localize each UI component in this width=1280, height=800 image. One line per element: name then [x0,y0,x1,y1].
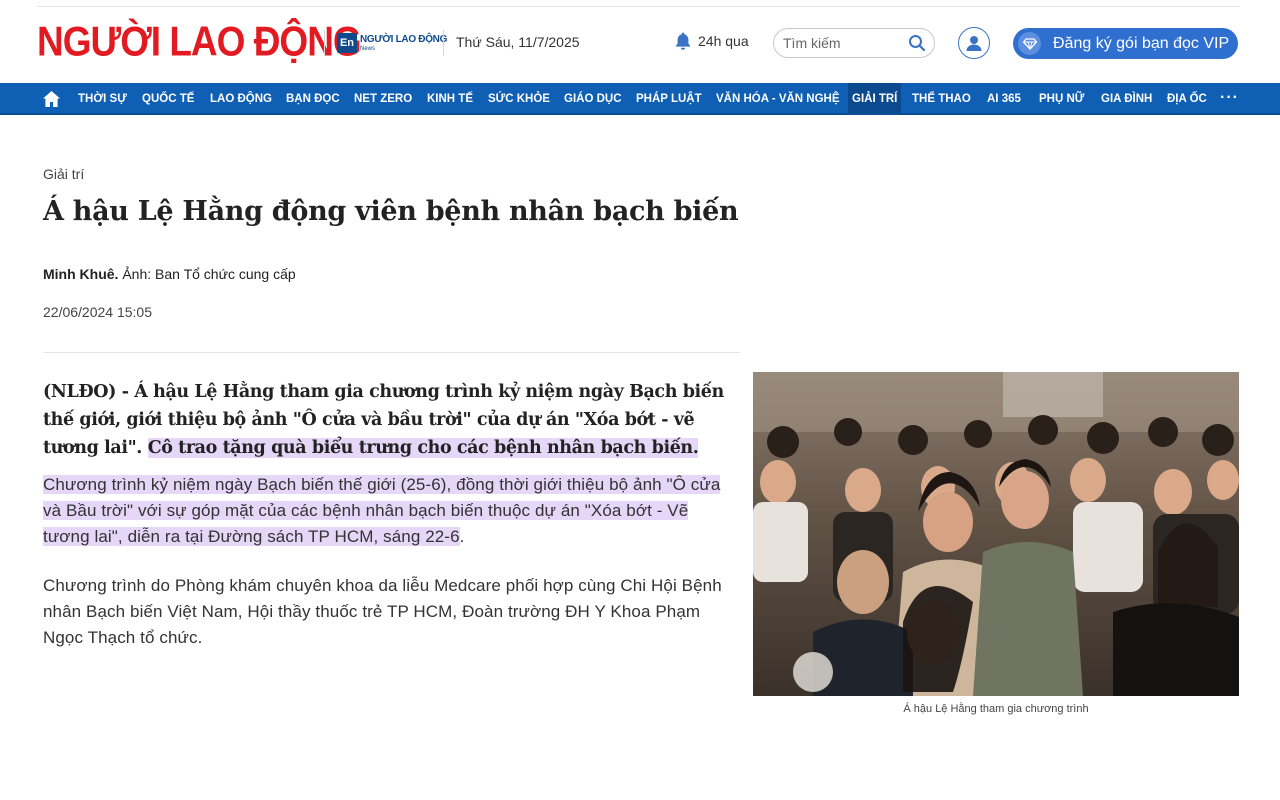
article-paragraph: Chương trình do Phòng khám chuyên khoa d… [43,576,722,647]
article-paragraph: Chương trình kỷ niệm ngày Bạch biến thế … [43,472,733,550]
publish-date: 22/06/2024 15:05 [43,304,152,320]
nav-more-icon[interactable]: ··· [1220,90,1239,106]
diamond-icon [1018,32,1041,55]
nav-item-suc-khoe[interactable]: SỨC KHỎE [488,83,550,113]
news-24h-link[interactable]: 24h qua [674,31,749,51]
article-byline: Minh Khuê. Ảnh: Ban Tổ chức cung cấp [43,266,296,282]
author-name[interactable]: Minh Khuê. [43,266,118,282]
news-24h-label: 24h qua [698,33,749,49]
en-logo-subtitle: News [360,45,376,52]
english-edition-logo[interactable]: En NGƯỜI LAO ĐỘNG News [337,33,447,53]
search-icon[interactable] [908,34,926,52]
divider [43,352,740,353]
nav-item-quoc-te[interactable]: QUỐC TẾ [142,83,194,113]
nav-item-giao-duc[interactable]: GIÁO DỤC [564,83,622,113]
paragraph-tail: . [459,527,465,546]
highlighted-text: Chương trình kỷ niệm ngày Bạch biến thế … [43,475,721,546]
user-icon [966,36,982,51]
photo-credit: Ảnh: Ban Tổ chức cung cấp [122,266,296,282]
nav-item-giai-tri[interactable]: GIẢI TRÍ [848,83,902,113]
vip-subscribe-button[interactable]: Đăng ký gói bạn đọc VIP [1013,28,1238,59]
current-date: Thứ Sáu, 11/7/2025 [456,34,580,50]
photo-caption: Á hậu Lệ Hằng tham gia chương trình [903,703,1089,715]
article-lead: (NLĐO) - Á hậu Lệ Hằng tham gia chương t… [43,378,733,462]
nav-item-lao-dong[interactable]: LAO ĐỘNG [210,83,272,113]
article-title: Á hậu Lệ Hằng động viên bệnh nhân bạch b… [43,196,739,227]
nav-item-gia-dinh[interactable]: GIA ĐÌNH [1101,83,1152,113]
nav-item-phu-nu[interactable]: PHỤ NỮ [1039,83,1084,113]
header-divider [443,30,444,56]
audience-photo-image [753,372,1239,696]
search-input[interactable] [783,35,901,51]
nav-item-dia-oc[interactable]: ĐỊA ỐC [1167,83,1207,113]
bell-icon [676,32,690,50]
nav-item-phap-luat[interactable]: PHÁP LUẬT [636,83,702,113]
header-divider [324,30,325,56]
nav-item-ai-365[interactable]: AI 365 [987,83,1021,113]
article-category[interactable]: Giải trí [43,166,84,182]
nav-item-thoi-su[interactable]: THỜI SỰ [78,83,127,113]
home-icon[interactable] [42,90,61,108]
vip-subscribe-label: Đăng ký gói bạn đọc VIP [1053,34,1230,52]
lead-highlighted-text: Cô trao tặng quà biểu trưng cho các bệnh… [147,438,699,458]
nav-item-ban-doc[interactable]: BẠN ĐỌC [286,83,340,113]
site-header: NGƯỜI LAO ĐỘNG En NGƯỜI LAO ĐỘNG News Th… [0,0,1280,83]
article-photo[interactable] [753,372,1239,696]
nav-item-van-hoa-van-nghe[interactable]: VĂN HÓA - VĂN NGHỆ [716,83,840,113]
en-badge: En [337,33,357,53]
search-box [773,28,935,58]
en-logo-title: NGƯỜI LAO ĐỘNG [360,33,448,45]
site-logo[interactable]: NGƯỜI LAO ĐỘNG [37,18,362,65]
nav-item-net-zero[interactable]: NET ZERO [354,83,412,113]
main-nav: THỜI SỰ QUỐC TẾ LAO ĐỘNG BẠN ĐỌC NET ZER… [0,83,1280,115]
en-logo-text: NGƯỜI LAO ĐỘNG News [360,33,448,52]
nav-item-the-thao[interactable]: THỂ THAO [912,83,971,113]
user-account-button[interactable] [958,27,990,59]
nav-item-kinh-te[interactable]: KINH TẾ [427,83,473,113]
